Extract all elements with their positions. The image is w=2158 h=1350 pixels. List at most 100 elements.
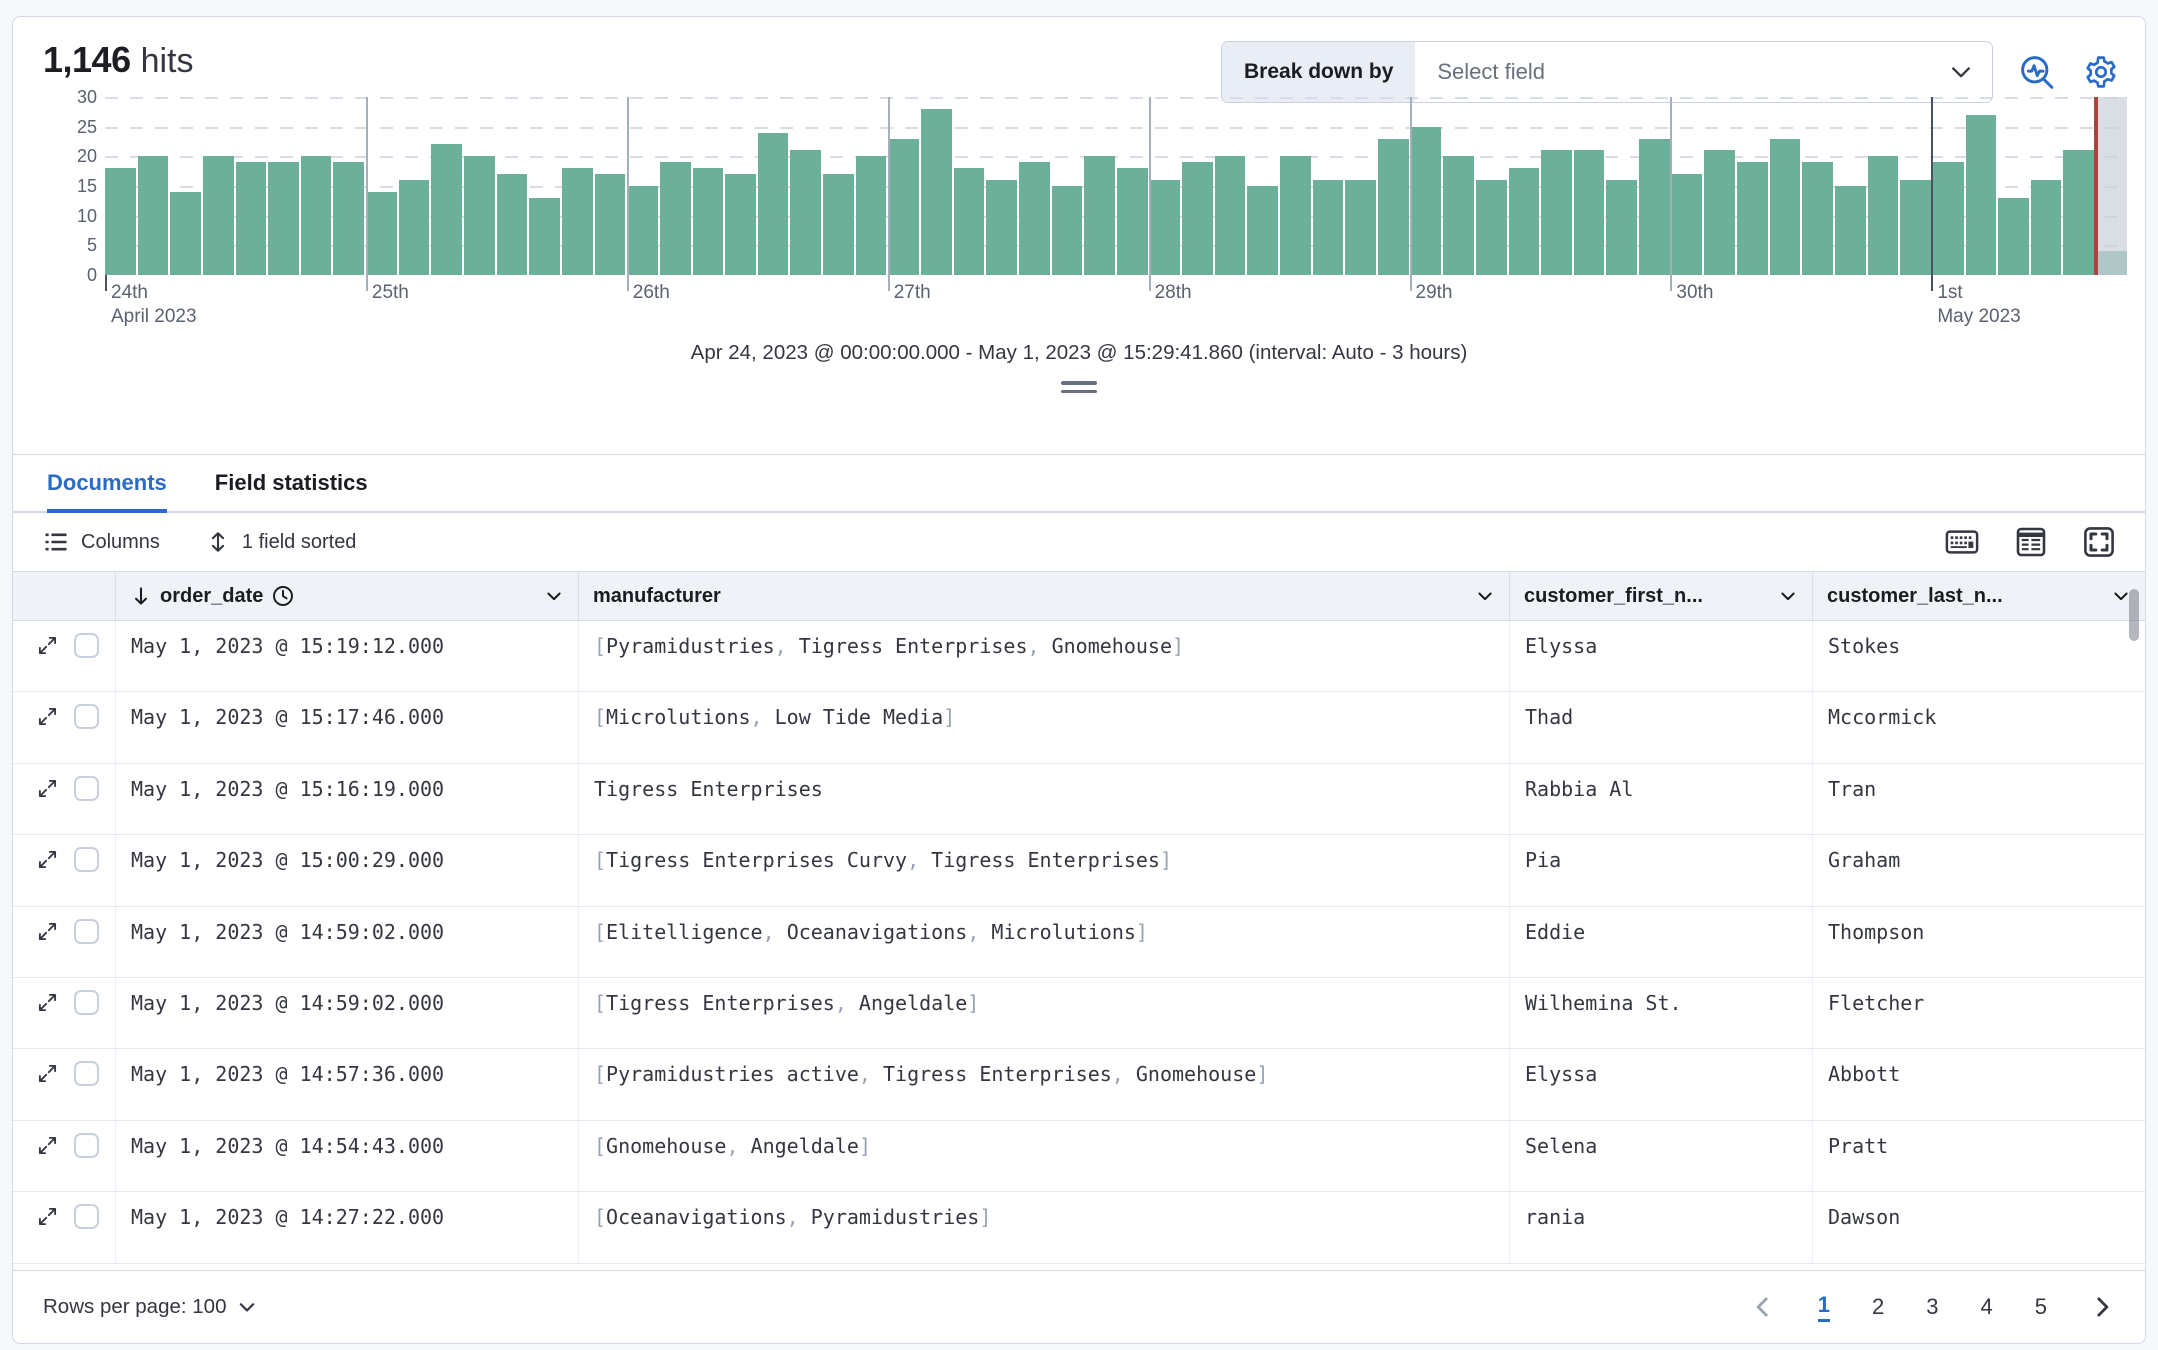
tab-field-statistics[interactable]: Field statistics [215, 470, 368, 511]
histogram-bar[interactable] [725, 174, 756, 275]
histogram-bar[interactable] [431, 144, 462, 275]
keyboard-icon[interactable] [1945, 527, 1979, 557]
histogram-bar[interactable] [1345, 180, 1376, 275]
histogram-bar[interactable] [888, 139, 919, 275]
header-customer-first-name[interactable]: customer_first_n... [1510, 572, 1813, 620]
histogram-bar[interactable] [1933, 162, 1964, 275]
row-checkbox[interactable] [74, 704, 99, 729]
header-order-date[interactable]: order_date [116, 572, 579, 620]
page-number-2[interactable]: 2 [1872, 1294, 1884, 1320]
page-number-5[interactable]: 5 [2035, 1294, 2047, 1320]
columns-button[interactable]: Columns [43, 529, 160, 555]
row-checkbox[interactable] [74, 776, 99, 801]
page-number-4[interactable]: 4 [1981, 1294, 1993, 1320]
histogram-bar[interactable] [2063, 150, 2094, 275]
row-checkbox[interactable] [74, 847, 99, 872]
histogram-bar[interactable] [1672, 174, 1703, 275]
histogram-bar[interactable] [1313, 180, 1344, 275]
histogram-bar[interactable] [497, 174, 528, 275]
histogram-bar[interactable] [660, 162, 691, 275]
breakdown-select[interactable]: Break down by Select field [1221, 41, 1993, 103]
expand-row-icon[interactable] [37, 992, 58, 1013]
histogram-bar[interactable] [1019, 162, 1050, 275]
histogram-bar[interactable] [1117, 168, 1148, 275]
histogram-bar[interactable] [366, 192, 397, 275]
histogram-bar[interactable] [1378, 139, 1409, 275]
histogram-bar[interactable] [790, 150, 821, 275]
histogram-bar[interactable] [203, 156, 234, 275]
table-density-icon[interactable] [2015, 526, 2047, 558]
histogram-bar[interactable] [1084, 156, 1115, 275]
histogram-bar[interactable] [1476, 180, 1507, 275]
histogram-bar[interactable] [105, 168, 136, 275]
chevron-down-icon[interactable] [1778, 586, 1798, 606]
gear-icon[interactable] [2083, 41, 2119, 103]
expand-row-icon[interactable] [37, 1063, 58, 1084]
histogram-bar[interactable] [1052, 186, 1083, 275]
expand-row-icon[interactable] [37, 921, 58, 942]
sort-fields-button[interactable]: 1 field sorted [206, 530, 357, 554]
histogram-bar[interactable] [1215, 156, 1246, 275]
page-number-3[interactable]: 3 [1926, 1294, 1938, 1320]
histogram-bar[interactable] [1737, 162, 1768, 275]
expand-row-icon[interactable] [37, 706, 58, 727]
histogram-bar[interactable] [693, 168, 724, 275]
histogram-bar[interactable] [1150, 180, 1181, 275]
expand-row-icon[interactable] [37, 849, 58, 870]
header-manufacturer[interactable]: manufacturer [579, 572, 1510, 620]
next-page-icon[interactable] [2089, 1294, 2115, 1320]
histogram-bar[interactable] [1770, 139, 1801, 275]
histogram-bar[interactable] [1835, 186, 1866, 275]
rows-per-page-button[interactable]: Rows per page: 100 [43, 1295, 258, 1319]
histogram-bar[interactable] [2031, 180, 2062, 275]
histogram-bar[interactable] [268, 162, 299, 275]
histogram-bar[interactable] [1639, 139, 1670, 275]
vertical-scrollbar-thumb[interactable] [2129, 589, 2139, 641]
histogram-bar[interactable] [464, 156, 495, 275]
histogram-bar[interactable] [954, 168, 985, 275]
row-checkbox[interactable] [74, 633, 99, 658]
row-checkbox[interactable] [74, 1133, 99, 1158]
histogram-bar[interactable] [1802, 162, 1833, 275]
histogram-bar[interactable] [1900, 180, 1931, 275]
chart-resize-handle[interactable] [1061, 381, 1097, 393]
header-customer-last-name[interactable]: customer_last_n... [1813, 572, 2145, 620]
row-checkbox[interactable] [74, 1061, 99, 1086]
inspect-icon[interactable] [2019, 54, 2055, 90]
chevron-down-icon[interactable] [2111, 586, 2131, 606]
histogram-bar[interactable] [333, 162, 364, 275]
histogram-bar[interactable] [562, 168, 593, 275]
chevron-down-icon[interactable] [1475, 586, 1495, 606]
histogram-bar[interactable] [301, 156, 332, 275]
histogram-bar[interactable] [1411, 127, 1442, 275]
previous-page-icon[interactable] [1750, 1294, 1776, 1320]
histogram-bar[interactable] [236, 162, 267, 275]
histogram-bar[interactable] [986, 180, 1017, 275]
histogram-bar[interactable] [627, 186, 658, 275]
histogram-bar[interactable] [1443, 156, 1474, 275]
row-checkbox[interactable] [74, 990, 99, 1015]
histogram-bar[interactable] [823, 174, 854, 275]
fullscreen-icon[interactable] [2083, 526, 2115, 558]
row-checkbox[interactable] [74, 919, 99, 944]
histogram-bar[interactable] [1247, 186, 1278, 275]
histogram-bar[interactable] [1509, 168, 1540, 275]
histogram-bar[interactable] [1574, 150, 1605, 275]
histogram-bar[interactable] [1541, 150, 1572, 275]
chevron-down-icon[interactable] [544, 586, 564, 606]
expand-row-icon[interactable] [37, 1135, 58, 1156]
histogram-bar[interactable] [758, 133, 789, 275]
histogram-bar[interactable] [921, 109, 952, 275]
expand-row-icon[interactable] [37, 778, 58, 799]
histogram-bar[interactable] [1868, 156, 1899, 275]
row-checkbox[interactable] [74, 1204, 99, 1229]
histogram-bar[interactable] [1182, 162, 1213, 275]
histogram-bar[interactable] [1966, 115, 1997, 275]
histogram-bar[interactable] [856, 156, 887, 275]
histogram-bar[interactable] [138, 156, 169, 275]
expand-row-icon[interactable] [37, 1206, 58, 1227]
tab-documents[interactable]: Documents [47, 470, 167, 511]
histogram-bar[interactable] [529, 198, 560, 275]
histogram-bar[interactable] [1280, 156, 1311, 275]
histogram-bar[interactable] [1998, 198, 2029, 275]
